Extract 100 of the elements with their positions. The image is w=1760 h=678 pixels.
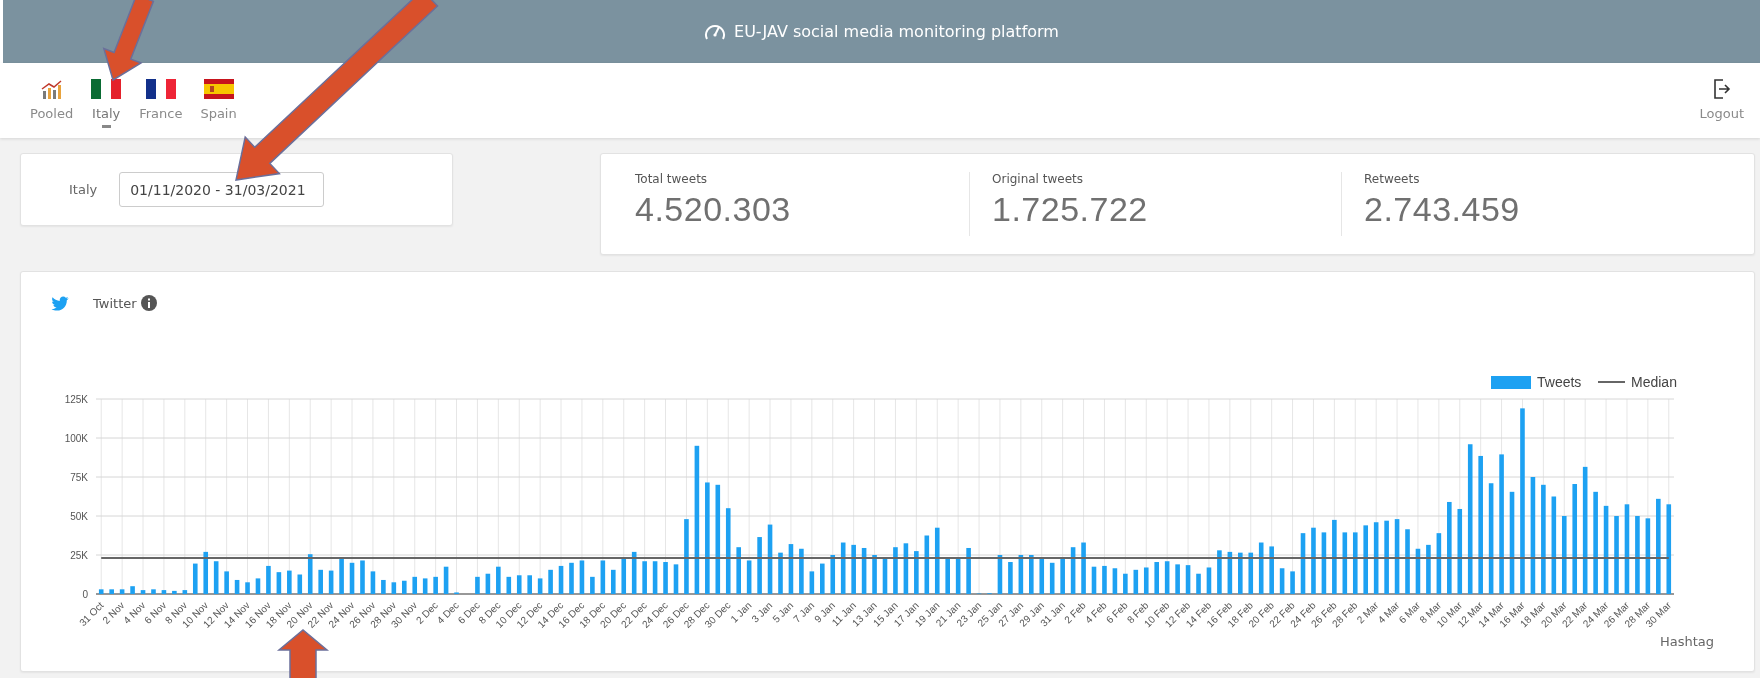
annotation-arrow [276,629,330,678]
bar [1123,573,1128,594]
bar [861,548,867,594]
bar [1154,562,1159,594]
bar [872,555,877,594]
legend-label: Median [1631,374,1677,390]
bar [736,547,741,594]
hashtag-label: Hashtag [1658,634,1715,649]
bar [276,572,282,594]
bar [1300,533,1306,594]
stat-label: Retweets [1364,172,1421,186]
bar [997,555,1003,594]
bar [506,576,512,594]
nav-tab[interactable]: Italy [89,63,124,128]
nav-tab[interactable]: Spain [198,63,239,128]
bar [1133,569,1139,594]
nav-tab[interactable]: Pooled [28,63,76,128]
selected-indicator [101,125,111,128]
bar [1373,522,1379,594]
bar [558,565,564,594]
bar [590,576,595,594]
bar [1070,547,1076,594]
bar [245,582,250,594]
bar [652,561,658,594]
bar [1091,566,1097,594]
bar [1311,527,1316,594]
bar [234,579,240,594]
bar [569,562,574,594]
bar [1436,533,1442,594]
stat-value: 2.743.459 [1364,190,1521,229]
bar [485,573,491,594]
bar [579,560,585,594]
bar [663,562,668,594]
bar [193,563,198,594]
bar [360,560,365,594]
bar [339,558,344,594]
bar [109,589,114,594]
bird-icon [51,295,69,311]
flag-icon [91,79,122,99]
bar [98,589,104,594]
bar [778,552,783,594]
bar [893,547,898,594]
stat-value: 4.520.303 [635,190,792,229]
bar [903,543,909,594]
legend-line [1597,381,1626,383]
bar [882,558,888,594]
bar [516,575,522,594]
bar [1290,571,1295,594]
bar [496,566,501,594]
bar [830,555,836,594]
filter-label: Italy [69,182,98,197]
bar [1415,548,1421,594]
bar [224,571,229,594]
bar [1175,564,1180,594]
bar [203,551,209,594]
chart-icon [39,79,64,99]
bar [642,561,647,594]
bar [412,576,418,594]
bar [673,564,679,594]
axis-label: 75K [70,472,88,483]
bar [537,578,543,594]
bar [1039,558,1045,594]
bar [1196,573,1201,594]
bar [443,566,449,594]
bar [1049,562,1055,594]
bar [213,561,219,594]
bar [1102,565,1107,594]
bar [1248,552,1254,594]
bar [318,569,323,594]
bar [945,558,950,594]
bar [914,551,919,594]
bar [140,590,146,594]
legend-swatch [1491,376,1531,389]
bar [1029,555,1034,594]
panel-title: Twitter [93,295,137,311]
bar [349,562,355,594]
bar [266,565,271,594]
bar [1206,567,1212,594]
bar [788,544,794,594]
logout-button[interactable]: Logout [1697,63,1746,121]
bar [966,548,971,594]
bar [1008,562,1013,594]
bar [611,569,616,594]
bar [422,578,428,594]
bar [119,589,125,594]
bar [1279,568,1285,594]
bar [1238,552,1243,594]
date-range-field[interactable]: 01/11/2020 - 31/03/2021 [119,172,325,207]
bar [370,571,376,594]
bar [631,551,637,594]
bar [402,580,407,594]
bar [809,571,815,594]
bar [433,576,438,594]
bar [1352,532,1358,594]
nav-tab[interactable]: France [137,63,185,128]
bar [1426,544,1431,594]
bar [1060,558,1065,594]
bar [328,570,334,594]
bar [1081,542,1086,594]
bar [924,535,930,594]
